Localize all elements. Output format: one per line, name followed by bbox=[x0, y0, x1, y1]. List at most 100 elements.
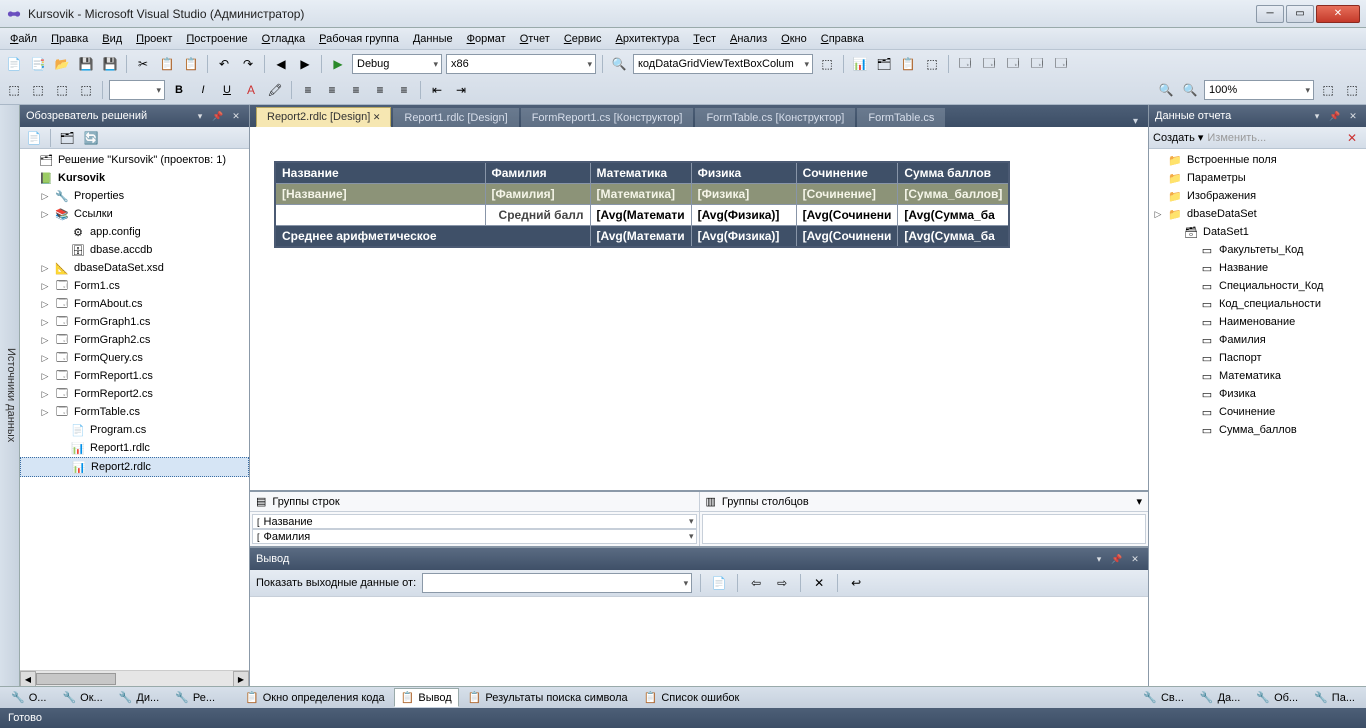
tree-item[interactable]: 📊Report2.rdlc bbox=[20, 457, 249, 477]
report-data-cell[interactable]: [Физика] bbox=[691, 184, 796, 205]
report-header-cell[interactable]: Математика bbox=[590, 162, 691, 184]
tree-item[interactable]: 🗂Решение "Kursovik" (проектов: 1) bbox=[20, 151, 249, 169]
tree-item[interactable]: ▷📚Ссылки bbox=[20, 205, 249, 223]
align-icon[interactable]: ≡ bbox=[394, 80, 414, 100]
menu-item[interactable]: Тест bbox=[687, 31, 722, 47]
report-designer[interactable]: НазваниеФамилияМатематикаФизикаСочинение… bbox=[250, 127, 1148, 490]
tb-icon[interactable]: 📊 bbox=[850, 54, 870, 74]
align-right-icon[interactable]: ≡ bbox=[346, 80, 366, 100]
output-goto-icon[interactable]: 📄 bbox=[709, 573, 729, 593]
tb-icon[interactable]: ⬚ bbox=[817, 54, 837, 74]
tree-item[interactable]: 🗃DataSet1 bbox=[1149, 223, 1366, 241]
output-next-icon[interactable]: ⇨ bbox=[772, 573, 792, 593]
menu-item[interactable]: Вид bbox=[96, 31, 128, 47]
report-avg-cell[interactable]: [Avg(Математи bbox=[590, 205, 691, 226]
bottom-tab[interactable]: 🔧Па... bbox=[1307, 688, 1362, 707]
solution-hscroll[interactable]: ◀▶ bbox=[20, 670, 249, 686]
platform-combo[interactable]: x86 bbox=[446, 54, 596, 74]
menu-item[interactable]: Правка bbox=[45, 31, 94, 47]
menu-item[interactable]: Рабочая группа bbox=[313, 31, 405, 47]
nav-back-icon[interactable]: ◀ bbox=[271, 54, 291, 74]
bottom-tab[interactable]: 🔧Да... bbox=[1193, 688, 1247, 707]
tree-item[interactable]: ▷🗔FormAbout.cs bbox=[20, 295, 249, 313]
panel-close-icon[interactable]: ✕ bbox=[1346, 109, 1360, 123]
report-avg-cell[interactable]: [Avg(Сочинени bbox=[796, 205, 898, 226]
tree-item[interactable]: ▷🗔FormGraph1.cs bbox=[20, 313, 249, 331]
tb-icon[interactable]: 📋 bbox=[898, 54, 918, 74]
tree-item[interactable]: ▷🗔Form1.cs bbox=[20, 277, 249, 295]
report-header-cell[interactable]: Название bbox=[275, 162, 485, 184]
zoom-out-icon[interactable]: 🔍 bbox=[1156, 80, 1176, 100]
report-avg2-cell[interactable]: [Avg(Сочинени bbox=[796, 226, 898, 248]
menu-item[interactable]: Формат bbox=[461, 31, 512, 47]
tree-item[interactable]: ▭Название bbox=[1149, 259, 1366, 277]
panel-menu-icon[interactable]: ▾ bbox=[1092, 552, 1106, 566]
new-project-icon[interactable]: 📄 bbox=[4, 54, 24, 74]
layer-icon[interactable]: ⬚ bbox=[28, 80, 48, 100]
output-body[interactable] bbox=[250, 597, 1148, 686]
menu-item[interactable]: Данные bbox=[407, 31, 459, 47]
copy-icon[interactable]: 📋 bbox=[157, 54, 177, 74]
tree-item[interactable]: ▭Паспорт bbox=[1149, 349, 1366, 367]
bottom-tab[interactable]: 🔧Об... bbox=[1249, 688, 1305, 707]
report-data-cell[interactable]: [Фамилия] bbox=[485, 184, 590, 205]
font-color-icon[interactable]: A bbox=[241, 80, 261, 100]
indent-icon[interactable]: ⇥ bbox=[451, 80, 471, 100]
tree-item[interactable]: 📊Report1.rdlc bbox=[20, 439, 249, 457]
layer-icon[interactable]: ⬚ bbox=[52, 80, 72, 100]
report-data-cell[interactable]: [Название] bbox=[275, 184, 485, 205]
tree-item[interactable]: 📁Встроенные поля bbox=[1149, 151, 1366, 169]
outdent-icon[interactable]: ⇤ bbox=[427, 80, 447, 100]
align-center-icon[interactable]: ≡ bbox=[322, 80, 342, 100]
bottom-tab[interactable]: 📋Список ошибок bbox=[637, 688, 747, 707]
menu-item[interactable]: Файл bbox=[4, 31, 43, 47]
tree-item[interactable]: ▷🔧Properties bbox=[20, 187, 249, 205]
cut-icon[interactable]: ✂ bbox=[133, 54, 153, 74]
save-icon[interactable]: 💾 bbox=[76, 54, 96, 74]
data-sources-tab[interactable]: Источники данных bbox=[0, 105, 20, 686]
report-avg-cell[interactable]: [Avg(Сумма_ба bbox=[898, 205, 1010, 226]
panel-menu-icon[interactable]: ▾ bbox=[193, 109, 207, 123]
row-group-item[interactable]: [ Фамилия▾ bbox=[252, 529, 697, 544]
tree-item[interactable]: 📄Program.cs bbox=[20, 421, 249, 439]
tree-item[interactable]: 📁Изображения bbox=[1149, 187, 1366, 205]
add-item-icon[interactable]: 📑 bbox=[28, 54, 48, 74]
panel-close-icon[interactable]: ✕ bbox=[1128, 552, 1142, 566]
document-tab[interactable]: Report1.rdlc [Design] bbox=[393, 108, 518, 127]
tree-item[interactable]: ▭Фамилия bbox=[1149, 331, 1366, 349]
report-header-cell[interactable]: Сочинение bbox=[796, 162, 898, 184]
report-avg-cell[interactable]: [Avg(Физика)] bbox=[691, 205, 796, 226]
tree-item[interactable]: ▷📐dbaseDataSet.xsd bbox=[20, 259, 249, 277]
row-group-item[interactable]: [ Название▾ bbox=[252, 514, 697, 529]
menu-item[interactable]: Окно bbox=[775, 31, 813, 47]
tb-icon[interactable]: ⬚ bbox=[1342, 80, 1362, 100]
report-table[interactable]: НазваниеФамилияМатематикаФизикаСочинение… bbox=[274, 161, 1010, 248]
redo-icon[interactable]: ↷ bbox=[238, 54, 258, 74]
bottom-tab[interactable]: 🔧Св... bbox=[1136, 688, 1191, 707]
report-avg2-cell[interactable]: [Avg(Сумма_ба bbox=[898, 226, 1010, 248]
menu-item[interactable]: Проект bbox=[130, 31, 178, 47]
find-combo[interactable]: кодDataGridViewTextBoxColum bbox=[633, 54, 813, 74]
tb-icon[interactable]: ⬚ bbox=[922, 54, 942, 74]
tree-item[interactable]: ▭Сумма_баллов bbox=[1149, 421, 1366, 439]
panel-menu-icon[interactable]: ▾ bbox=[1310, 109, 1324, 123]
underline-icon[interactable]: U bbox=[217, 80, 237, 100]
tree-item[interactable]: ▭Факультеты_Код bbox=[1149, 241, 1366, 259]
groups-menu-icon[interactable]: ▾ bbox=[1136, 495, 1142, 508]
tree-item[interactable]: ▷🗔FormReport2.cs bbox=[20, 385, 249, 403]
output-wrap-icon[interactable]: ↩ bbox=[846, 573, 866, 593]
menu-item[interactable]: Отладка bbox=[256, 31, 312, 47]
menu-item[interactable]: Анализ bbox=[724, 31, 773, 47]
bold-icon[interactable]: B bbox=[169, 80, 189, 100]
layer-icon[interactable]: ⬚ bbox=[76, 80, 96, 100]
pin-icon[interactable]: 📌 bbox=[1110, 552, 1124, 566]
minimize-button[interactable]: ─ bbox=[1256, 5, 1284, 23]
tree-item[interactable]: 📗Kursovik bbox=[20, 169, 249, 187]
bottom-tab[interactable]: 📋Окно определения кода bbox=[238, 688, 392, 707]
tb-icon[interactable]: 🗔 bbox=[1027, 54, 1047, 74]
tree-item[interactable]: ▷🗔FormGraph2.cs bbox=[20, 331, 249, 349]
report-avg2-cell[interactable]: [Avg(Математи bbox=[590, 226, 691, 248]
report-data-edit[interactable]: Изменить... bbox=[1207, 132, 1266, 144]
properties-icon[interactable]: 📄 bbox=[24, 128, 44, 148]
tree-item[interactable]: ▷🗔FormReport1.cs bbox=[20, 367, 249, 385]
